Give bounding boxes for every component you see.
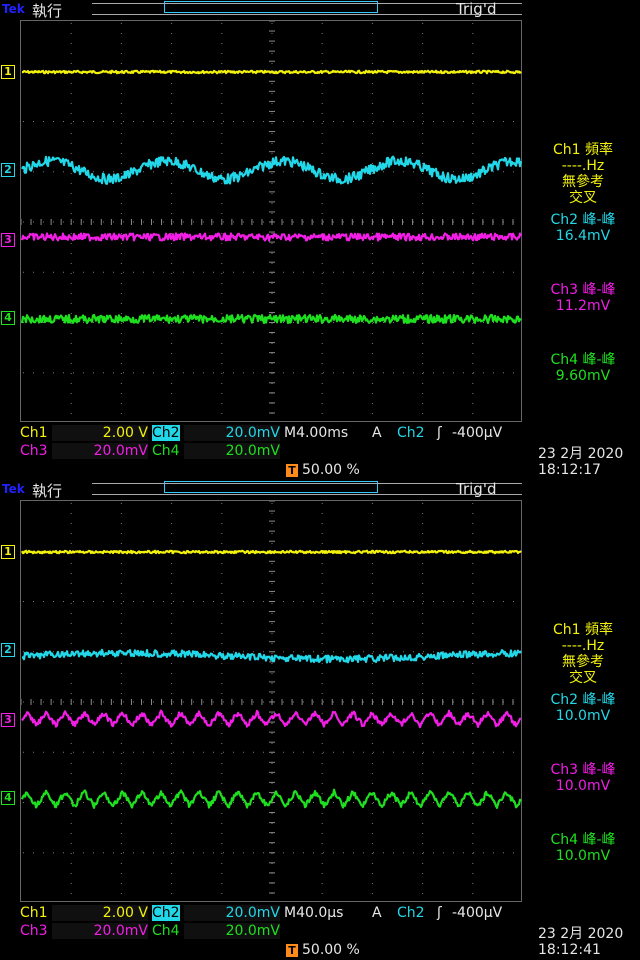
ch1-label[interactable]: Ch1 <box>20 425 48 441</box>
ch4-label[interactable]: Ch4 <box>152 443 180 459</box>
trigger-level[interactable]: -400μV <box>452 425 502 441</box>
ch2-measure-value: 16.4mV <box>555 228 611 244</box>
ch4-scale[interactable]: 20.0mV <box>184 923 280 939</box>
ch1-label[interactable]: Ch1 <box>20 905 48 921</box>
record-view-window <box>164 481 378 493</box>
graticule-grid <box>21 21 514 414</box>
ch3-measure-title: Ch3 峰-峰 <box>550 282 616 298</box>
ch1-measure-note-2: 交叉 <box>569 190 597 206</box>
acquisition-mode: A <box>372 425 382 441</box>
timestamp: 23 2月 2020 18:12:17 <box>538 446 623 478</box>
trigger-marker-icon: T <box>286 464 298 477</box>
graticule <box>20 20 522 422</box>
ch4-measure-title: Ch4 峰-峰 <box>550 352 616 368</box>
ch4-measure-value: 10.0mV <box>555 848 611 864</box>
measurement-panel: Ch1 頻率 ----.Hz 無參考 交叉 Ch2 峰-峰 10.0mV Ch3… <box>526 622 640 864</box>
trigger-slope-icon: ʃ <box>437 905 442 921</box>
ch4-measure-title: Ch4 峰-峰 <box>550 832 616 848</box>
trigger-status: Trig'd <box>456 0 497 18</box>
ch4-scale[interactable]: 20.0mV <box>184 443 280 459</box>
oscilloscope-screen-1: Tek 執行 Trig'd T 1 2 3 4 Ch1 頻率 ----.Hz 無… <box>0 0 640 480</box>
ch2-measure-title: Ch2 峰-峰 <box>550 212 616 228</box>
ch1-measure-note-1: 無參考 <box>562 174 604 190</box>
ch3-measure-value: 10.0mV <box>555 778 611 794</box>
trigger-marker-icon: T <box>286 944 298 957</box>
ch2-ground-marker[interactable]: 2 <box>0 163 16 177</box>
timebase[interactable]: M4.00ms <box>284 425 348 441</box>
run-mode: 執行 <box>32 482 63 500</box>
trigger-source[interactable]: Ch2 <box>397 425 425 441</box>
status-bar: Tek 執行 Trig'd <box>0 480 640 500</box>
trigger-position-value: 50.00 % <box>302 462 360 478</box>
ch3-measure-title: Ch3 峰-峰 <box>550 762 616 778</box>
ch3-measure-value: 11.2mV <box>555 298 611 314</box>
ch3-label[interactable]: Ch3 <box>20 923 48 939</box>
date: 23 2月 2020 <box>538 446 624 462</box>
timebase[interactable]: M40.0μs <box>284 905 343 921</box>
ch4-measure-value: 9.60mV <box>555 368 611 384</box>
ch1-measure-value: ----.Hz <box>561 158 605 174</box>
ch1-measure-note-2: 交叉 <box>569 670 597 686</box>
ch3-label[interactable]: Ch3 <box>20 443 48 459</box>
ch1-measure-note-1: 無參考 <box>562 654 604 670</box>
ch3-ground-marker[interactable]: 3 <box>0 713 16 727</box>
trigger-position-readout[interactable]: T 50.00 % <box>286 462 360 478</box>
ch1-scale[interactable]: 2.00 V <box>52 905 148 921</box>
brand-logo: Tek <box>2 2 25 16</box>
ch4-label[interactable]: Ch4 <box>152 923 180 939</box>
run-mode: 執行 <box>32 2 63 20</box>
ch4-ground-marker[interactable]: 4 <box>0 311 16 325</box>
acquisition-mode: A <box>372 905 382 921</box>
brand-logo: Tek <box>2 482 25 496</box>
ch2-scale[interactable]: 20.0mV <box>184 905 280 921</box>
ch1-measure-title: Ch1 頻率 <box>552 622 613 638</box>
graticule <box>20 500 522 902</box>
ch2-label[interactable]: Ch2 <box>152 425 180 441</box>
time: 18:12:41 <box>538 942 601 958</box>
trigger-level[interactable]: -400μV <box>452 905 502 921</box>
oscilloscope-screen-2: Tek 執行 Trig'd T 1 2 3 4 Ch1 頻率 ----.Hz 無… <box>0 480 640 960</box>
trigger-position-value: 50.00 % <box>302 942 360 958</box>
ch2-scale[interactable]: 20.0mV <box>184 425 280 441</box>
trigger-status: Trig'd <box>456 480 497 498</box>
record-view-window <box>164 1 378 13</box>
trigger-source[interactable]: Ch2 <box>397 905 425 921</box>
trigger-position-readout[interactable]: T 50.00 % <box>286 942 360 958</box>
ch4-ground-marker[interactable]: 4 <box>0 791 16 805</box>
measurement-panel: Ch1 頻率 ----.Hz 無參考 交叉 Ch2 峰-峰 16.4mV Ch3… <box>526 142 640 384</box>
timestamp: 23 2月 2020 18:12:41 <box>538 926 623 958</box>
ch3-ground-marker[interactable]: 3 <box>0 233 16 247</box>
time: 18:12:17 <box>538 462 601 478</box>
ch3-scale[interactable]: 20.0mV <box>52 923 148 939</box>
status-bar: Tek 執行 Trig'd <box>0 0 640 20</box>
ch2-ground-marker[interactable]: 2 <box>0 643 16 657</box>
ch1-ground-marker[interactable]: 1 <box>0 65 16 79</box>
trigger-slope-icon: ʃ <box>437 425 442 441</box>
ch2-measure-value: 10.0mV <box>555 708 611 724</box>
graticule-grid <box>21 501 514 894</box>
date: 23 2月 2020 <box>538 926 624 942</box>
ch2-measure-title: Ch2 峰-峰 <box>550 692 616 708</box>
ch1-measure-value: ----.Hz <box>561 638 605 654</box>
ch3-scale[interactable]: 20.0mV <box>52 443 148 459</box>
ch1-ground-marker[interactable]: 1 <box>0 545 16 559</box>
ch2-label[interactable]: Ch2 <box>152 905 180 921</box>
ch1-measure-title: Ch1 頻率 <box>552 142 613 158</box>
ch1-scale[interactable]: 2.00 V <box>52 425 148 441</box>
